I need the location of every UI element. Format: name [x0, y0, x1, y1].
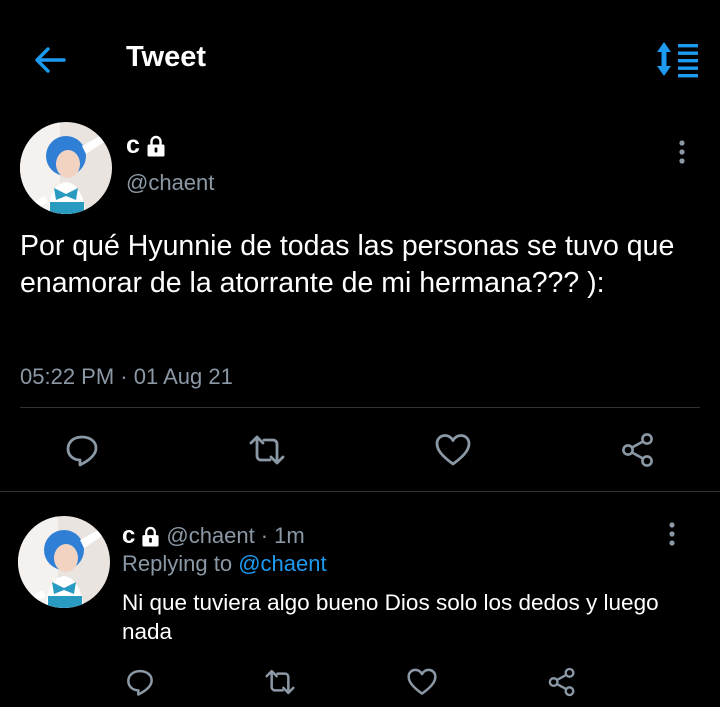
reply-like-button[interactable] — [398, 658, 446, 706]
reply-reply-button[interactable] — [116, 658, 164, 706]
author-handle: @chaent — [126, 170, 215, 195]
back-button[interactable] — [30, 40, 70, 80]
heart-icon — [407, 668, 437, 695]
reply-display-name: c — [122, 522, 136, 549]
author-name: c — [126, 131, 166, 160]
lock-icon — [142, 526, 159, 546]
divider — [20, 407, 700, 408]
retweet-icon — [249, 435, 285, 465]
share-button[interactable] — [614, 426, 662, 474]
retweet-button[interactable] — [243, 426, 291, 474]
more-options-button[interactable] — [670, 138, 694, 168]
reply-icon — [127, 669, 153, 696]
reply-text: Ni que tuviera algo bueno Dios solo los … — [122, 590, 659, 644]
heart-icon — [435, 434, 471, 466]
lock-icon — [147, 135, 165, 156]
avatar[interactable] — [20, 122, 112, 214]
sort-icon — [657, 42, 698, 78]
reply-retweet-button[interactable] — [256, 658, 304, 706]
page-title: Tweet — [126, 41, 207, 73]
reply-header: c @chaent · 1m — [122, 522, 305, 550]
retweet-icon — [265, 669, 295, 695]
reply-share-button[interactable] — [538, 658, 586, 706]
more-vertical-icon — [679, 140, 685, 164]
share-icon — [548, 667, 575, 697]
reply-avatar[interactable] — [18, 516, 110, 608]
replying-to: Replying to @chaent — [122, 551, 327, 577]
sort-button[interactable] — [654, 40, 700, 78]
reply-button[interactable] — [58, 426, 106, 474]
more-vertical-icon — [669, 522, 675, 546]
divider — [0, 491, 720, 492]
reply-time: 1m — [274, 523, 305, 548]
reply-icon — [66, 435, 98, 467]
like-button[interactable] — [429, 426, 477, 474]
display-name: c — [126, 131, 140, 159]
share-icon — [622, 433, 653, 467]
tweet-text: Por qué Hyunnie de todas las personas se… — [20, 230, 675, 299]
reply-handle: @chaent — [166, 523, 255, 548]
top-app-bar: Tweet — [0, 0, 720, 118]
reply-separator: · — [260, 523, 269, 548]
reply-more-options-button[interactable] — [660, 520, 684, 550]
arrow-left-icon — [35, 47, 66, 73]
replying-to-label: Replying to — [122, 551, 233, 576]
tweet-timestamp: 05:22 PM · 01 Aug 21 — [20, 364, 233, 389]
replying-to-link[interactable]: @chaent — [238, 551, 326, 576]
